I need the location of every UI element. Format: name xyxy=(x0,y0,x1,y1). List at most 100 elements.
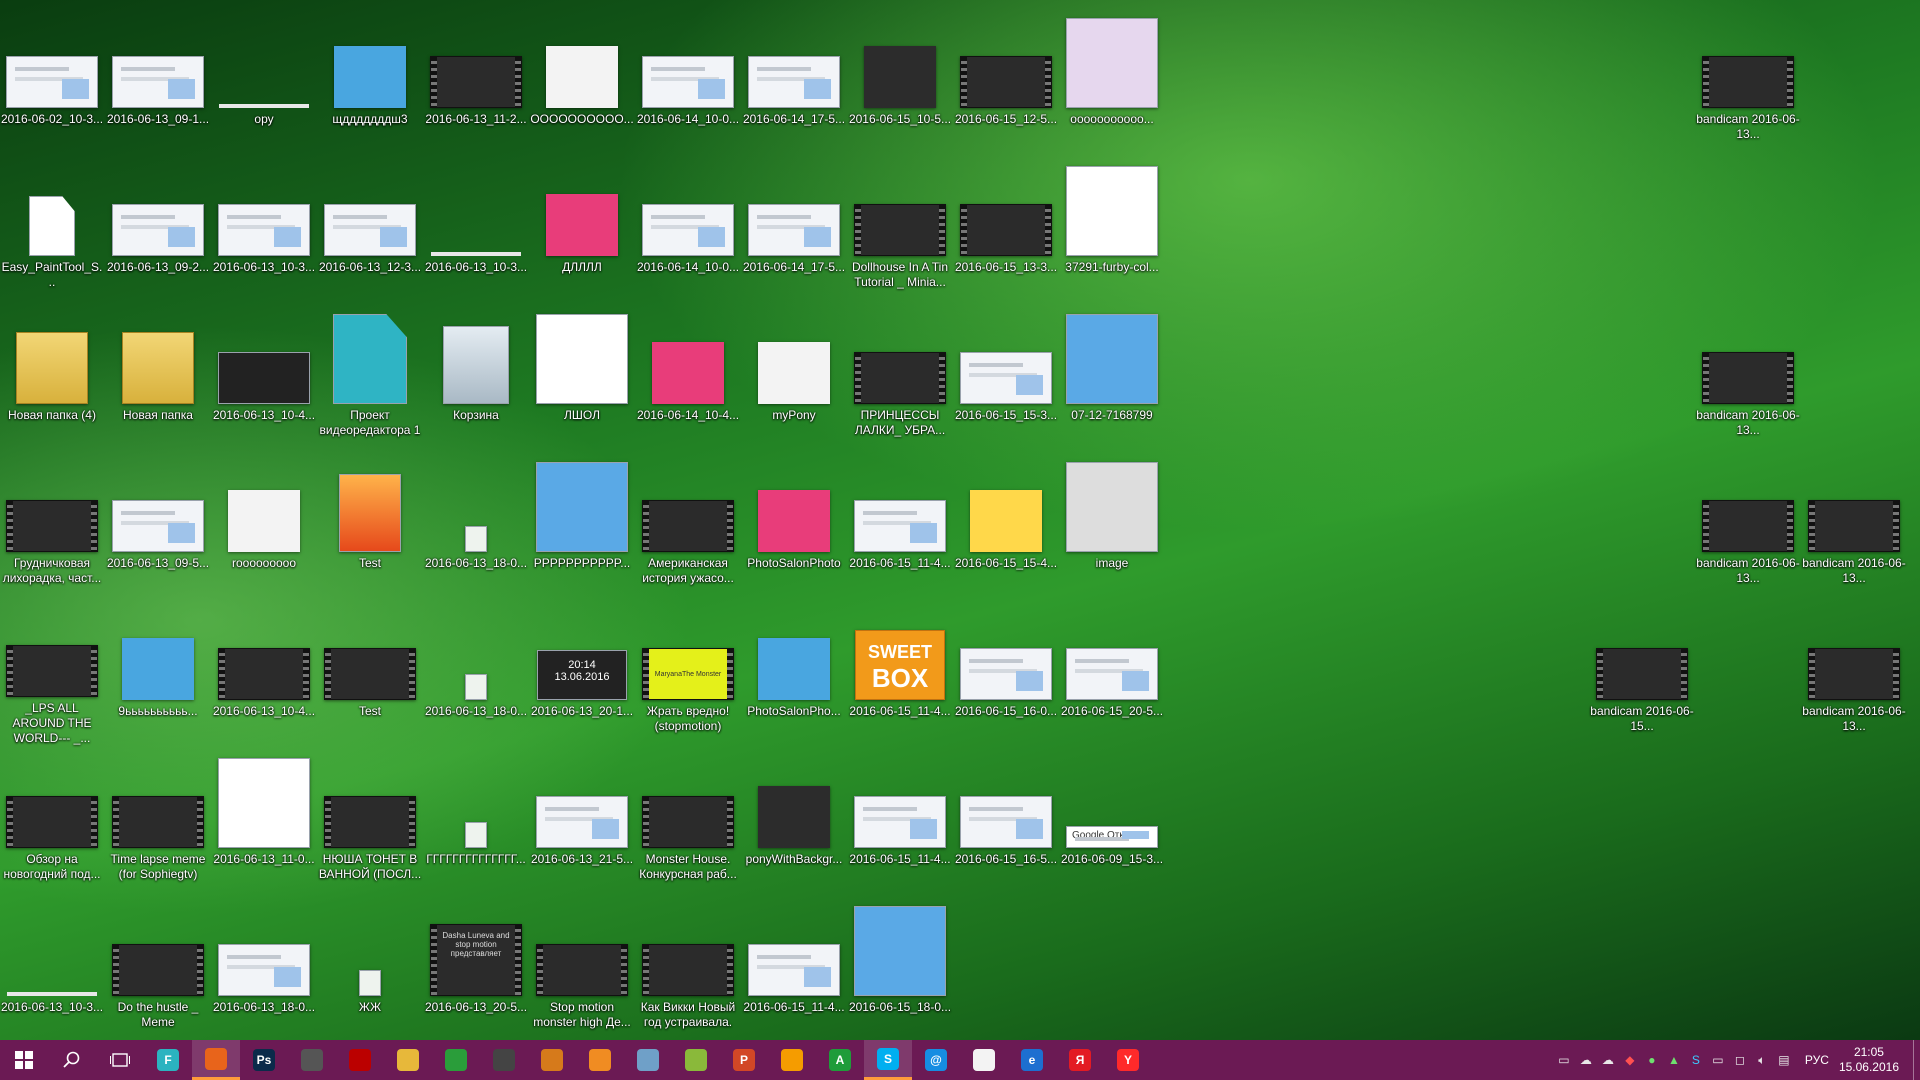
green-tray-icon[interactable]: ● xyxy=(1641,1040,1663,1080)
desktop-icon[interactable]: _LPS ALL AROUND THE WORLD--- _... xyxy=(0,600,104,746)
desktop-icon[interactable]: 2016-06-15_11-4... xyxy=(848,452,952,598)
desktop-icon[interactable]: Stop motion monster high Де... xyxy=(530,896,634,1042)
desktop-icon[interactable]: 2016-06-13_10-4... xyxy=(212,304,316,450)
desktop-icon[interactable]: 2016-06-13_12-3... xyxy=(318,156,422,302)
desktop-icon[interactable]: Test xyxy=(318,452,422,598)
desktop-icon[interactable]: Dasha Luneva and stop motion представляе… xyxy=(424,896,528,1042)
desktop-icon[interactable]: MaryanaThe Monster Жрать вредно! (stopmot… xyxy=(636,600,740,746)
desktop-icon[interactable]: 2016-06-13_11-2... xyxy=(424,8,528,154)
desktop-icon[interactable]: 9ьььььььььь... xyxy=(106,600,210,746)
desktop-icon[interactable]: 2016-06-15_11-4... xyxy=(848,748,952,894)
start-button[interactable] xyxy=(0,1040,48,1080)
volume-icon[interactable]: 🔈︎ xyxy=(1751,1040,1773,1080)
desktop-icon[interactable]: 2016-06-13_09-2... xyxy=(106,156,210,302)
taskbar-app-bird-app[interactable] xyxy=(624,1040,672,1080)
desktop-icon[interactable]: ЖЖ xyxy=(318,896,422,1042)
search-button[interactable] xyxy=(48,1040,96,1080)
taskbar-app-photoshop[interactable]: Ps xyxy=(240,1040,288,1080)
desktop-icon[interactable]: 2016-06-13_09-1... xyxy=(106,8,210,154)
taskbar-app-plants-game[interactable] xyxy=(672,1040,720,1080)
desktop-icon[interactable]: bandicam 2016-06-13... xyxy=(1802,452,1906,598)
desktop-icon[interactable]: Проект видеоредактора 1 xyxy=(318,304,422,450)
chat-tray-icon[interactable]: ◻ xyxy=(1729,1040,1751,1080)
network-icon[interactable]: ▭ xyxy=(1553,1040,1575,1080)
input-language[interactable]: РУС xyxy=(1805,1053,1829,1067)
desktop-icon[interactable]: 07-12-7168799 xyxy=(1060,304,1164,450)
taskbar-app-movies[interactable] xyxy=(528,1040,576,1080)
show-desktop-button[interactable] xyxy=(1913,1040,1920,1080)
notifications-icon[interactable]: ▤ xyxy=(1773,1040,1795,1080)
desktop-icon[interactable]: 2016-06-15_10-5... xyxy=(848,8,952,154)
taskbar-app-music-app[interactable] xyxy=(960,1040,1008,1080)
desktop-icon[interactable]: ооооооооооо... xyxy=(1060,8,1164,154)
desktop-icon[interactable]: 2016-06-15_15-4... xyxy=(954,452,1058,598)
taskbar-app-a-app[interactable]: A xyxy=(816,1040,864,1080)
desktop-icon[interactable]: 2016-06-15_15-3... xyxy=(954,304,1058,450)
desktop-icon[interactable]: 2016-06-13_10-3... xyxy=(212,156,316,302)
desktop-icon[interactable]: 2016-06-15_11-4... xyxy=(742,896,846,1042)
desktop-icon[interactable]: ponyWithBackgr... xyxy=(742,748,846,894)
desktop-icon[interactable]: Как Викки Новый год устраивала. xyxy=(636,896,740,1042)
desktop-icon[interactable]: bandicam 2016-06-13... xyxy=(1696,304,1800,450)
taskbar-app-avast[interactable] xyxy=(768,1040,816,1080)
taskbar-app-filmora[interactable]: F xyxy=(144,1040,192,1080)
desktop-icon[interactable]: bandicam 2016-06-15... xyxy=(1590,600,1694,746)
desktop-icon[interactable]: 2016-06-14_10-4... xyxy=(636,304,740,450)
taskbar-app-firefox[interactable] xyxy=(192,1040,240,1080)
taskbar-app-chrome-dev[interactable] xyxy=(288,1040,336,1080)
desktop-icon[interactable]: rooooooooo xyxy=(212,452,316,598)
desktop-icon[interactable]: Новая папка (4) xyxy=(0,304,104,450)
desktop-icon[interactable]: ЛШОЛ xyxy=(530,304,634,450)
desktop-icon[interactable]: myPony xyxy=(742,304,846,450)
desktop-icon[interactable]: ору xyxy=(212,8,316,154)
desktop-icon[interactable]: 2016-06-14_17-5... xyxy=(742,8,846,154)
desktop-icon[interactable]: 2016-06-13_18-0... xyxy=(424,452,528,598)
desktop-icon[interactable]: PhotoSalonPhoto xyxy=(742,452,846,598)
desktop-icon[interactable]: 2016-06-13_21-5... xyxy=(530,748,634,894)
desktop-icon[interactable]: 2016-06-13_10-3... xyxy=(0,896,104,1042)
desktop-icon[interactable]: 2016-06-15_16-0... xyxy=(954,600,1058,746)
desktop-icon[interactable]: 2016-06-02_10-3... xyxy=(0,8,104,154)
desktop-icon[interactable]: ПРИНЦЕССЫ ЛАЛКИ_ УБРА... xyxy=(848,304,952,450)
desktop-icon[interactable]: 37291-furby-col... xyxy=(1060,156,1164,302)
desktop-icon[interactable]: Новая папка xyxy=(106,304,210,450)
desktop-icon[interactable]: PPPPPPPPPPP... xyxy=(530,452,634,598)
desktop-icon[interactable]: Time lapse meme (for Sophiegtv) xyxy=(106,748,210,894)
desktop-icon[interactable]: 2016-06-15_13-3... xyxy=(954,156,1058,302)
onedrive-icon[interactable]: ☁ xyxy=(1597,1040,1619,1080)
desktop-icon[interactable]: 2016-06-14_17-5... xyxy=(742,156,846,302)
desktop-icon[interactable]: image xyxy=(1060,452,1164,598)
desktop-icon[interactable]: Корзина xyxy=(424,304,528,450)
clock[interactable]: 21:05 15.06.2016 xyxy=(1839,1045,1899,1075)
desktop-icon[interactable]: ГГГГГГГГГГГГГГ... xyxy=(424,748,528,894)
red-tray-icon[interactable]: ◆ xyxy=(1619,1040,1641,1080)
desktop-icon[interactable]: bandicam 2016-06-13... xyxy=(1696,452,1800,598)
desktop-icon[interactable]: bandicam 2016-06-13... xyxy=(1696,8,1800,154)
desktop-icon[interactable]: Test xyxy=(318,600,422,746)
desktop-icon[interactable]: 2016-06-13_18-0... xyxy=(212,896,316,1042)
taskbar-app-recorder[interactable] xyxy=(336,1040,384,1080)
desktop-icon[interactable]: Грудничковая лихорадка, част... xyxy=(0,452,104,598)
desktop[interactable]: 2016-06-02_10-3... 2016-06-13_09-1... ору щ… xyxy=(0,0,1920,1040)
desktop-icon[interactable]: 2016-06-13_10-4... xyxy=(212,600,316,746)
taskbar-app-file-explorer[interactable] xyxy=(384,1040,432,1080)
taskbar-app-orange-app[interactable] xyxy=(576,1040,624,1080)
skype-tray-icon[interactable]: S xyxy=(1685,1040,1707,1080)
taskbar-app-yandex-browser[interactable]: Y xyxy=(1104,1040,1152,1080)
taskbar-app-mail-ru[interactable]: @ xyxy=(912,1040,960,1080)
desktop-icon[interactable]: Monster House. Конкурсная раб... xyxy=(636,748,740,894)
desktop-icon[interactable]: Dollhouse In A Tin Tutorial _ Minia... xyxy=(848,156,952,302)
desktop-icon[interactable]: SWEET BOX 2016-06-15_11-4... xyxy=(848,600,952,746)
desktop-icon[interactable]: Google Отклики 2016-06-09_15-3... xyxy=(1060,748,1164,894)
taskbar-app-skype[interactable]: S xyxy=(864,1040,912,1080)
taskbar-app-store[interactable] xyxy=(480,1040,528,1080)
desktop-icon[interactable]: 2016-06-15_18-0... xyxy=(848,896,952,1042)
desktop-icon[interactable]: 2016-06-13_11-0... xyxy=(212,748,316,894)
taskbar-app-powerpoint[interactable]: P xyxy=(720,1040,768,1080)
desktop-icon[interactable]: 2016-06-15_12-5... xyxy=(954,8,1058,154)
desktop-icon[interactable]: Easy_PaintTool_S... xyxy=(0,156,104,302)
desktop-icon[interactable]: PhotoSalonPho... xyxy=(742,600,846,746)
desktop-icon[interactable]: 2016-06-15_20-5... xyxy=(1060,600,1164,746)
desktop-icon[interactable]: 2016-06-14_10-0... xyxy=(636,8,740,154)
desktop-icon[interactable]: 2016-06-13_18-0... xyxy=(424,600,528,746)
